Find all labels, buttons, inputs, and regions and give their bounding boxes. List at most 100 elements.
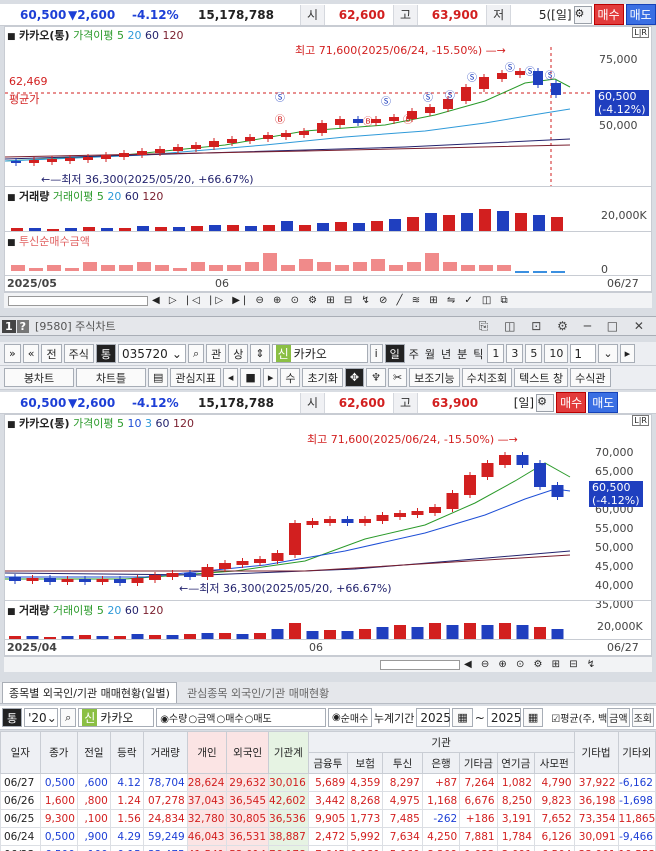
search-icon[interactable]: ⌕ xyxy=(187,344,205,363)
interval-1[interactable]: 1 xyxy=(487,344,505,363)
help-icon[interactable]: ? xyxy=(16,319,30,333)
info-button[interactable]: i xyxy=(369,344,383,363)
scissors-icon[interactable]: ✂ xyxy=(387,368,408,387)
collapse-button[interactable]: « xyxy=(22,344,40,363)
code-input[interactable]: 035720 ⌄ xyxy=(117,344,186,363)
volume-chart[interactable] xyxy=(5,203,593,231)
tab-watchlist[interactable]: 관심종목 외국인/기관 매매현황 xyxy=(181,683,335,703)
chart-panel-top[interactable]: ■ 카카오(통) 가격이평 5 20 60 120 L|R 최고 71,600(… xyxy=(4,26,652,292)
calendar-icon[interactable]: ▦ xyxy=(452,708,473,727)
candle-chart-button[interactable]: 봉차트 xyxy=(4,368,74,387)
su-button[interactable]: 수 xyxy=(280,368,301,387)
expand-button[interactable]: » xyxy=(4,344,21,363)
avg-checkbox[interactable]: ☑평균(주, 백 xyxy=(551,710,607,725)
col-trust[interactable]: 투신 xyxy=(382,752,423,774)
col-date[interactable]: 일자 xyxy=(0,731,41,774)
next-icon[interactable]: ▸ xyxy=(262,368,279,387)
col-volume[interactable]: 거래량 xyxy=(142,731,188,774)
stock-name-field-2[interactable]: 신 카카오 xyxy=(78,708,155,727)
year-to-input[interactable]: 2025 xyxy=(486,708,521,727)
buy-button-2[interactable]: 매수 xyxy=(556,392,587,413)
spin-icon[interactable]: ⇕ xyxy=(250,344,270,363)
period-month[interactable]: 월 xyxy=(423,344,437,363)
table-row[interactable]: 06/26 1,600,800 1.24 07,278 37,043 36,545 42,6… xyxy=(0,791,656,810)
col-other-foreign[interactable]: 기타외 xyxy=(617,731,656,774)
radio-net[interactable]: ◉ 순매수 xyxy=(327,708,372,727)
window-number[interactable]: 1 xyxy=(2,319,16,333)
kwan-button[interactable]: 관 xyxy=(206,344,227,363)
log-scale-icon-2[interactable]: L|R xyxy=(632,415,649,426)
interval-custom[interactable]: 1 xyxy=(570,344,597,363)
col-foreign[interactable]: 외국인 xyxy=(226,731,270,774)
year-from-input[interactable]: 2025 xyxy=(416,708,451,727)
interval-10[interactable]: 10 xyxy=(544,344,569,363)
scroll-controls[interactable]: ◀ ▷ |◁ |▷ ▶| ⊖ ⊕ ⊙ ⚙ ⊞ ⊟ ↯ ⊘ ╱ ≋ ⊞ ⇋ ✓ ◫… xyxy=(152,295,511,306)
aux-function-button[interactable]: 보조기능 xyxy=(409,368,460,387)
move-icon[interactable]: ✥ xyxy=(344,368,365,387)
col-private-fund[interactable]: 사모펀 xyxy=(533,752,575,774)
radio-quantity[interactable]: ◉수량 xyxy=(160,710,187,725)
chevron-right-icon[interactable]: ▸ xyxy=(619,344,636,363)
save-icon[interactable]: ▤ xyxy=(148,368,169,387)
sell-button[interactable]: 매도 xyxy=(625,4,656,25)
col-other-fin[interactable]: 기타금 xyxy=(459,752,498,774)
chevron-down-icon[interactable]: ⌄ xyxy=(598,344,618,363)
col-other-corp[interactable]: 기타법 xyxy=(573,731,619,774)
stock-name-field[interactable]: 신 카카오 xyxy=(271,344,368,363)
col-change[interactable]: 등락 xyxy=(109,731,144,774)
period-minute[interactable]: 분 xyxy=(455,344,469,363)
table-row[interactable]: 06/236,500,1000.1533,47541,54152,01476,1… xyxy=(0,845,656,851)
table-row[interactable]: 06/27 0,500,600 4.12 78,704 28,624 29,632 30,0… xyxy=(0,773,656,792)
settings-icon-2[interactable]: ⚙ xyxy=(536,393,555,412)
formula-button[interactable]: 수식관 xyxy=(570,368,611,387)
prev-icon[interactable]: ◂ xyxy=(222,368,239,387)
stop-icon[interactable]: ■ xyxy=(240,368,261,387)
chart-panel-bottom[interactable]: ■ 카카오(통) 가격이평 5 10 3 60 120 L|R 최고 71,60… xyxy=(4,414,652,656)
search-icon-2[interactable]: ⌕ xyxy=(60,708,77,727)
chart-scrollbar-bottom[interactable]: ◀ ⊖ ⊕ ⊙ ⚙ ⊞ ⊟ ↯ xyxy=(4,656,652,672)
tab-daily[interactable]: 종목별 외국인/기관 매매현황(일별) xyxy=(2,682,177,703)
col-prev[interactable]: 전일 xyxy=(76,731,111,774)
chart-scrollbar-top[interactable]: ◀ ▷ |◁ |▷ ▶| ⊖ ⊕ ⊙ ⚙ ⊞ ⊟ ↯ ⊘ ╱ ≋ ⊞ ⇋ ✓ ◫… xyxy=(4,292,652,308)
table-row[interactable]: 06/24 0,500,900 4.29 59,249 46,043 36,531 38,8… xyxy=(0,827,656,846)
window-titlebar[interactable]: 1 ? [9580] 주식차트 ⎘ ◫ ⊡ ⚙ ─ □ ✕ xyxy=(0,316,656,336)
radio-buy[interactable]: ○매수 xyxy=(216,710,243,725)
period-day[interactable]: 일 xyxy=(384,344,405,363)
col-inst-total[interactable]: 기관계 xyxy=(268,731,309,774)
all-button[interactable]: 전 xyxy=(41,344,62,363)
col-fin-invest[interactable]: 금융투 xyxy=(307,752,349,774)
interval-3[interactable]: 3 xyxy=(506,344,524,363)
sang-button[interactable]: 상 xyxy=(228,344,249,363)
table-row[interactable]: 06/25 9,300,100 1.56 24,834 32,780 30,805 36,5… xyxy=(0,809,656,828)
window-controls[interactable]: ⎘ ◫ ⊡ ⚙ ─ □ ✕ xyxy=(479,319,656,334)
col-bank[interactable]: 은행 xyxy=(421,752,461,774)
radio-amount[interactable]: ○금액 xyxy=(188,710,215,725)
code-input-2[interactable]: '20 ⌄ xyxy=(24,708,59,727)
settings-icon[interactable]: ⚙ xyxy=(573,5,592,24)
scroll-controls-2[interactable]: ◀ ⊖ ⊕ ⊙ ⚙ ⊞ ⊟ ↯ xyxy=(464,659,598,670)
col-close[interactable]: 종가 xyxy=(39,731,78,774)
period-year[interactable]: 년 xyxy=(439,344,453,363)
candle-chart[interactable]: Ⓢ Ⓑ Ⓢ Ⓑ Ⓑ Ⓢ Ⓢ Ⓢ Ⓢ Ⓢ Ⓢ xyxy=(5,27,593,187)
period-tick[interactable]: 틱 xyxy=(471,344,485,363)
stock-type-button[interactable]: 주식 xyxy=(63,344,94,363)
text-window-button[interactable]: 텍스트 창 xyxy=(514,368,569,387)
log-scale-icon[interactable]: L|R xyxy=(632,27,649,38)
value-query-button[interactable]: 수치조회 xyxy=(461,368,513,387)
volume-chart-2[interactable] xyxy=(5,617,589,639)
sell-button-2[interactable]: 매도 xyxy=(588,392,619,413)
buy-button[interactable]: 매수 xyxy=(593,4,624,25)
tong-button-2[interactable]: 통 xyxy=(2,708,23,727)
scroll-track-2[interactable] xyxy=(380,659,460,670)
interval-5[interactable]: 5 xyxy=(525,344,543,363)
col-individual[interactable]: 개인 xyxy=(186,731,228,774)
col-pension[interactable]: 연기금 xyxy=(496,752,535,774)
chart-frame-button[interactable]: 차트틀 xyxy=(76,368,146,387)
inst-chart[interactable] xyxy=(5,245,593,273)
fav-indicator-button[interactable]: 관심지표 xyxy=(170,368,221,387)
cursor-icon[interactable]: ♆ xyxy=(366,368,386,387)
scroll-track[interactable] xyxy=(8,295,148,306)
amount-checkbox[interactable]: 금액 xyxy=(607,708,630,727)
radio-group[interactable]: ◉수량 ○금액 ○매수 ○매도 xyxy=(156,708,326,727)
radio-sell[interactable]: ○매도 xyxy=(245,710,272,725)
